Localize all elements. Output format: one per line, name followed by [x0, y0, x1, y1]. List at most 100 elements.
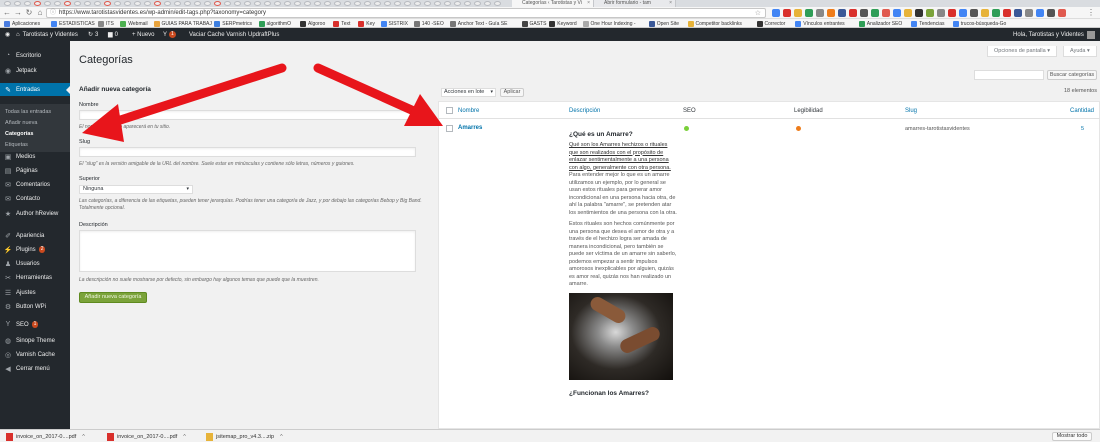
extension-icon[interactable]: [915, 9, 923, 17]
name-input[interactable]: [79, 110, 416, 120]
submenu-item[interactable]: Etiquetas: [5, 140, 28, 150]
tab-favicon[interactable]: [464, 1, 471, 6]
sidebar-item-pages[interactable]: ▤ Páginas: [0, 164, 70, 177]
tab-favicon[interactable]: [354, 1, 361, 6]
tab-favicon[interactable]: [4, 1, 11, 6]
tab-favicon[interactable]: [54, 1, 61, 6]
sidebar-item-pin[interactable]: ✎ Entradas: [0, 83, 70, 96]
extension-icon[interactable]: [1025, 9, 1033, 17]
bookmark-item[interactable]: SISTRIX: [380, 19, 408, 28]
bulk-actions-select[interactable]: Acciones en lote ▾: [441, 88, 496, 97]
tab-favicon[interactable]: [44, 1, 51, 6]
extension-icon[interactable]: [893, 9, 901, 17]
close-icon[interactable]: ×: [669, 0, 672, 7]
extension-icon[interactable]: [1047, 9, 1055, 17]
tab-favicon[interactable]: [384, 1, 391, 6]
varnish-purge-link[interactable]: Vaciar Cache Varnish: [189, 28, 246, 41]
extension-icon[interactable]: [948, 9, 956, 17]
extension-icon[interactable]: [794, 9, 802, 17]
tab-favicon[interactable]: [374, 1, 381, 6]
tab-favicon[interactable]: [244, 1, 251, 6]
site-name-link[interactable]: ⌂ Tarotistas y Videntes: [16, 28, 78, 41]
tab-favicon[interactable]: [24, 1, 31, 6]
extension-icon[interactable]: [805, 9, 813, 17]
url-text[interactable]: https://www.tarotistasvidentes.es/wp-adm…: [59, 9, 266, 18]
browser-tab[interactable]: Abrir formulario - tam ×: [594, 0, 676, 7]
submenu-item[interactable]: Categorías: [5, 129, 33, 139]
column-name-header[interactable]: Nombre: [458, 102, 479, 119]
add-category-button[interactable]: Añadir nueva categoría: [79, 292, 147, 303]
bookmark-item[interactable]: Corrector: [756, 19, 785, 28]
download-item[interactable]: invoice_on_2017-0....pdf ^: [6, 431, 85, 442]
tab-favicon[interactable]: [294, 1, 301, 6]
browser-tab-active[interactable]: Categorías ‹ Tarotistas y Vid ×: [512, 0, 594, 7]
tab-favicon[interactable]: [344, 1, 351, 6]
tab-favicon[interactable]: [124, 1, 131, 6]
parent-select[interactable]: Ninguna ▾: [79, 185, 193, 194]
extension-icon[interactable]: [838, 9, 846, 17]
tab-favicon[interactable]: [74, 1, 81, 6]
sidebar-item-dashboard[interactable]: ◔ Escritorio: [0, 49, 70, 62]
description-link-text[interactable]: Qué son los Amarres hechizos o rituales …: [569, 142, 671, 171]
row-checkbox[interactable]: [446, 125, 453, 132]
bookmark-item[interactable]: One Hour Indexing -: [582, 19, 636, 28]
extension-icon[interactable]: [783, 9, 791, 17]
submenu-item[interactable]: Añadir nueva: [5, 118, 37, 128]
sidebar-item-tools[interactable]: ✂ Herramientas: [0, 271, 70, 284]
tab-favicon[interactable]: [164, 1, 171, 6]
bookmark-item[interactable]: Algoroo: [300, 19, 325, 28]
bookmark-item[interactable]: Anchor Text - Guía SE: [449, 19, 507, 28]
tab-favicon[interactable]: [214, 1, 221, 6]
tab-favicon[interactable]: [274, 1, 281, 6]
download-item[interactable]: invoice_on_2017-0....pdf ^: [107, 431, 186, 442]
extension-icon[interactable]: [827, 9, 835, 17]
tab-favicon[interactable]: [114, 1, 121, 6]
tab-favicon[interactable]: [304, 1, 311, 6]
sidebar-item-settings[interactable]: ☰ Ajustes: [0, 286, 70, 299]
tab-favicon[interactable]: [264, 1, 271, 6]
extension-icon[interactable]: [816, 9, 824, 17]
reload-icon[interactable]: ↻: [24, 8, 34, 18]
close-icon[interactable]: ×: [587, 0, 590, 7]
info-icon[interactable]: ⓘ: [50, 9, 56, 18]
screen-options-button[interactable]: Opciones de pantalla ▾: [987, 46, 1057, 57]
extension-icon[interactable]: [992, 9, 1000, 17]
back-icon[interactable]: ←: [2, 8, 12, 18]
updates-link[interactable]: ↻ 3: [88, 28, 98, 41]
bookmark-item[interactable]: SERPmetrics: [214, 19, 252, 28]
bookmark-item[interactable]: ITS: [98, 19, 114, 28]
tab-favicon[interactable]: [84, 1, 91, 6]
forward-icon[interactable]: →: [13, 8, 23, 18]
bookmark-item[interactable]: GASTS: [521, 19, 546, 28]
extension-icon[interactable]: [959, 9, 967, 17]
tab-favicon[interactable]: [314, 1, 321, 6]
sidebar-item-star[interactable]: ★ Author hReview: [0, 207, 70, 220]
download-item[interactable]: jsitemap_pro_v4.3....zip ^: [206, 431, 283, 442]
account-menu[interactable]: Hola, Tarotistas y Videntes: [1013, 28, 1095, 41]
tab-favicon[interactable]: [414, 1, 421, 6]
tab-favicon[interactable]: [184, 1, 191, 6]
tab-favicon[interactable]: [234, 1, 241, 6]
wordpress-logo-icon[interactable]: ◉: [5, 28, 10, 41]
extension-icon[interactable]: [981, 9, 989, 17]
chevron-up-icon[interactable]: ^: [82, 434, 85, 440]
bookmark-item[interactable]: algorithmO: [258, 19, 291, 28]
tab-favicon[interactable]: [404, 1, 411, 6]
extension-icon[interactable]: [882, 9, 890, 17]
extension-icon[interactable]: [904, 9, 912, 17]
tab-favicon[interactable]: [154, 1, 161, 6]
select-all-checkbox[interactable]: [446, 107, 453, 114]
updraftplus-link[interactable]: UpdraftPlus: [248, 28, 279, 41]
submenu-item[interactable]: Todas las entradas: [5, 107, 51, 117]
chevron-up-icon[interactable]: ^: [183, 434, 186, 440]
extension-icon[interactable]: [1003, 9, 1011, 17]
sidebar-item-theme[interactable]: ◍ Sinope Theme: [0, 334, 70, 347]
column-count-header[interactable]: Cantidad: [1070, 102, 1094, 119]
menu-icon[interactable]: ⋮: [1086, 8, 1096, 18]
extension-icon[interactable]: [1036, 9, 1044, 17]
bookmark-item[interactable]: Webmail: [120, 19, 148, 28]
sidebar-item-users[interactable]: ♟ Usuarios: [0, 257, 70, 270]
tab-favicon[interactable]: [434, 1, 441, 6]
tab-favicon[interactable]: [94, 1, 101, 6]
description-textarea[interactable]: [79, 230, 416, 272]
